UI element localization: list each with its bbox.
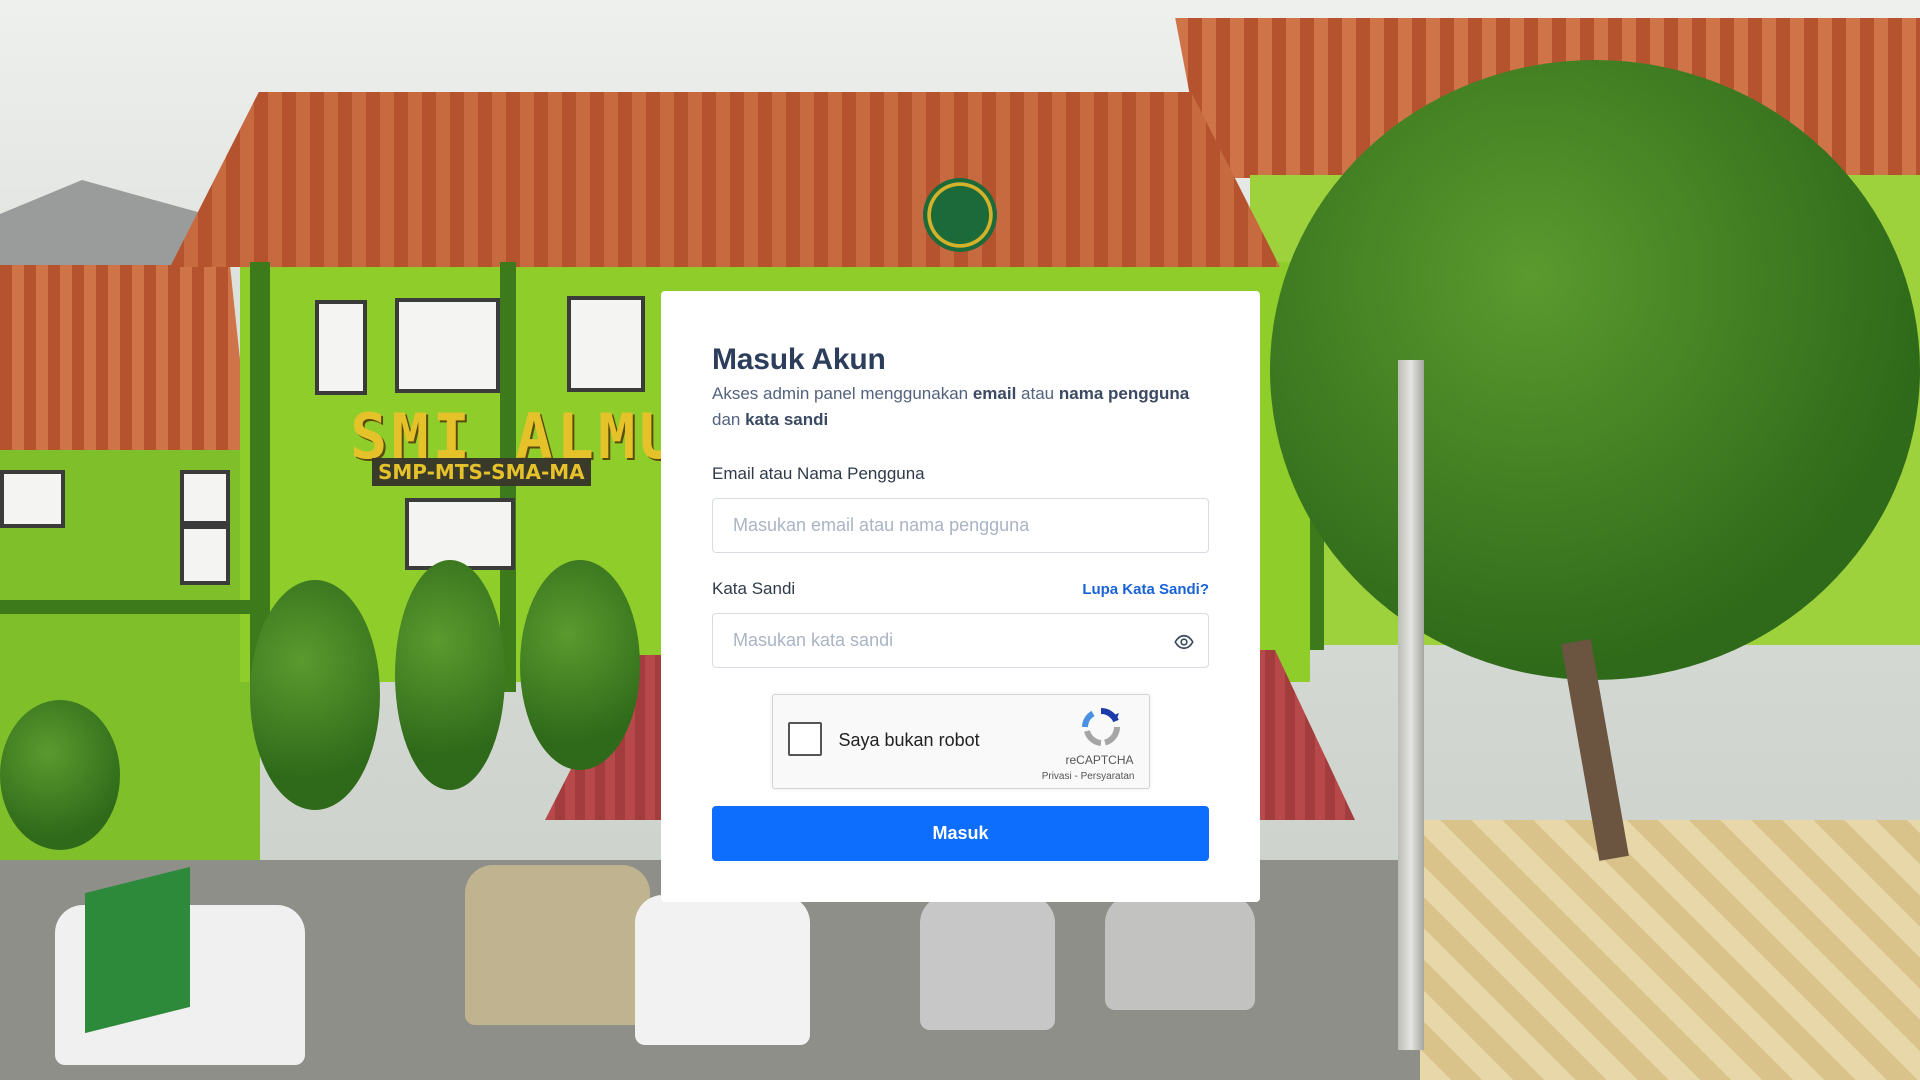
eye-icon[interactable] [1174,632,1194,652]
tree [250,580,380,810]
window [315,300,367,395]
tree [0,700,120,850]
recaptcha-checkbox-label: Saya bukan robot [838,730,980,750]
password-label: Kata Sandi [712,579,796,598]
window [395,298,500,393]
subtitle-email: email [972,384,1017,403]
forgot-password-link[interactable]: Lupa Kata Sandi? [1082,581,1209,598]
email-field[interactable] [712,498,1209,553]
login-card: Masuk Akun Akses admin panel menggunakan… [661,291,1260,902]
subtitle-text: Akses admin panel menggunakan [712,384,973,403]
page-title: Masuk Akun [712,343,886,376]
email-label: Email atau Nama Pengguna [712,464,925,483]
subtitle-text: dan [712,410,746,429]
window [405,498,515,570]
recaptcha-widget: Saya bukan robot reCAPTCHA Privasi - Per… [771,694,1150,789]
subtitle-text: atau [1016,384,1059,403]
window [180,470,230,525]
recaptcha-brand: reCAPTCHA [1065,753,1134,767]
tree [395,560,505,790]
school-emblem [923,178,997,252]
school-sign-sub: SMP-MTS-SMA-MA [372,458,591,486]
recaptcha-links[interactable]: Privasi - Persyaratan [1042,771,1135,782]
password-input[interactable] [733,630,1188,651]
car-silver [920,895,1055,1030]
car-white [635,895,810,1045]
login-subtitle: Akses admin panel menggunakan email atau… [712,381,1212,433]
window [0,470,65,528]
window [180,525,230,585]
roof-main [170,92,1280,267]
recaptcha-checkbox[interactable] [787,722,822,756]
recaptcha-icon [1081,707,1120,746]
plaza-tiles [1420,820,1920,1080]
subtitle-password: kata sandi [745,410,829,429]
wall-stripe [0,600,260,614]
subtitle-username: nama pengguna [1058,384,1190,403]
tree [520,560,640,770]
green-board [85,866,190,1034]
window [567,296,645,392]
car-beige [465,865,650,1025]
email-input[interactable] [733,515,1188,536]
tree [1270,60,1920,680]
utility-pole [1398,360,1424,1050]
car-silver [1105,895,1255,1010]
password-field[interactable] [712,613,1209,668]
roof-left [0,265,250,455]
login-submit-button[interactable]: Masuk [712,806,1209,861]
email-label-row: Email atau Nama Pengguna [712,464,1209,484]
password-label-row: Kata Sandi Lupa Kata Sandi? [712,579,1209,599]
